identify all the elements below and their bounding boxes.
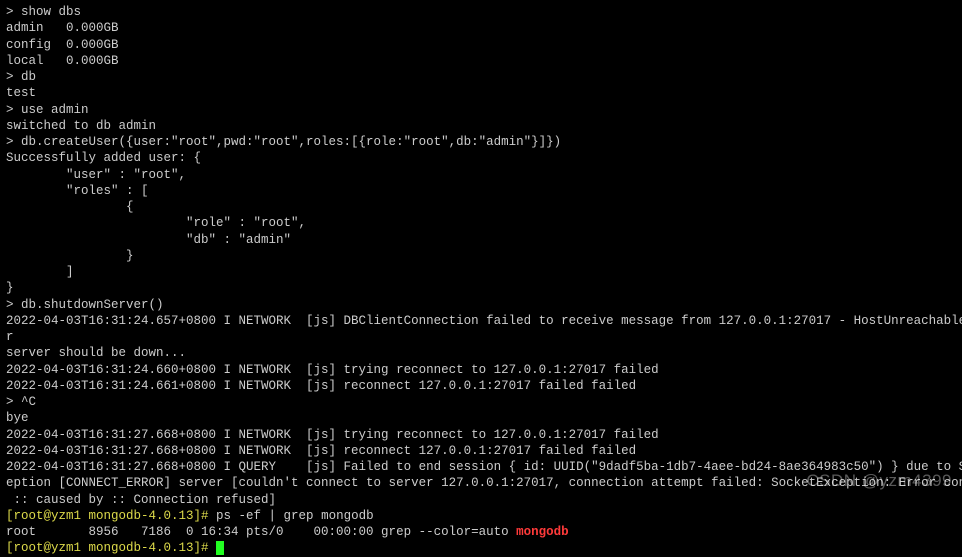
output-line: ] <box>6 264 956 280</box>
output-line: > ^C <box>6 394 956 410</box>
output-line: "user" : "root", <box>6 167 956 183</box>
output-line: root 8956 7186 0 16:34 pts/0 00:00:00 gr… <box>6 524 956 540</box>
output-line: 2022-04-03T16:31:24.661+0800 I NETWORK [… <box>6 378 956 394</box>
shell-prompt: [root@yzm1 mongodb-4.0.13]# <box>6 509 216 523</box>
output-line: "role" : "root", <box>6 215 956 231</box>
output-line: config 0.000GB <box>6 37 956 53</box>
output-line: r <box>6 329 956 345</box>
output-line: Successfully added user: { <box>6 150 956 166</box>
output-line: 2022-04-03T16:31:24.657+0800 I NETWORK [… <box>6 313 956 329</box>
watermark: CSDN @yzm4399 <box>806 470 952 492</box>
output-line: > db.shutdownServer() <box>6 297 956 313</box>
output-line: local 0.000GB <box>6 53 956 69</box>
output-line: 2022-04-03T16:31:24.660+0800 I NETWORK [… <box>6 362 956 378</box>
output-line: } <box>6 248 956 264</box>
shell-prompt: [root@yzm1 mongodb-4.0.13]# <box>6 541 216 555</box>
output-line: > use admin <box>6 102 956 118</box>
prompt-line[interactable]: [root@yzm1 mongodb-4.0.13]# <box>6 540 956 556</box>
output-line: > db <box>6 69 956 85</box>
output-line: test <box>6 85 956 101</box>
output-line: 2022-04-03T16:31:27.668+0800 I NETWORK [… <box>6 443 956 459</box>
output-line: server should be down... <box>6 345 956 361</box>
shell-command: ps -ef | grep mongodb <box>216 509 374 523</box>
grep-match: mongodb <box>516 525 569 539</box>
output-line: > show dbs <box>6 4 956 20</box>
output-line: "db" : "admin" <box>6 232 956 248</box>
output-line: { <box>6 199 956 215</box>
output-line: } <box>6 280 956 296</box>
output-line: > db.createUser({user:"root",pwd:"root",… <box>6 134 956 150</box>
output-line: 2022-04-03T16:31:27.668+0800 I NETWORK [… <box>6 427 956 443</box>
prompt-line: [root@yzm1 mongodb-4.0.13]# ps -ef | gre… <box>6 508 956 524</box>
cursor <box>216 541 224 555</box>
output-line: "roles" : [ <box>6 183 956 199</box>
output-line: admin 0.000GB <box>6 20 956 36</box>
output-line: bye <box>6 410 956 426</box>
output-line: switched to db admin <box>6 118 956 134</box>
